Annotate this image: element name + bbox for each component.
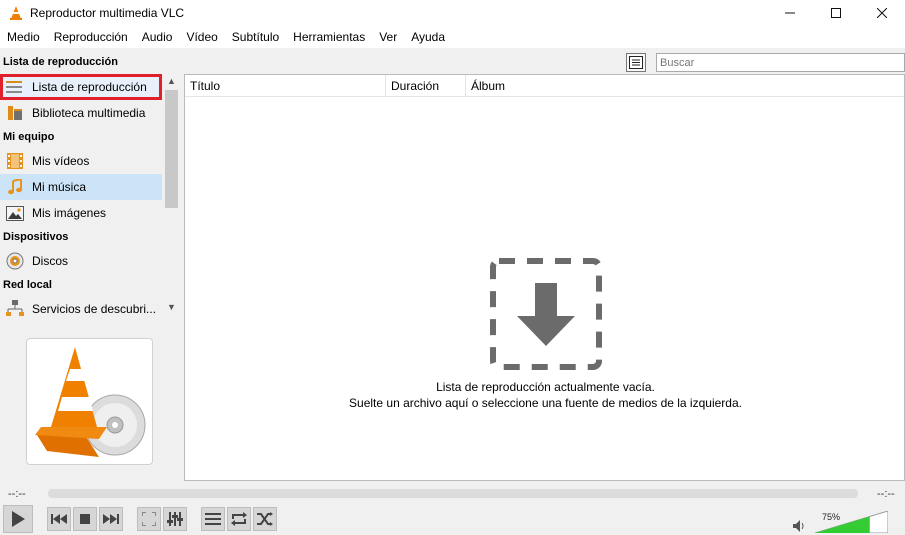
play-button[interactable] [3,505,33,533]
minimize-button[interactable] [767,0,813,26]
column-album[interactable]: Álbum [466,75,904,96]
sidebar-item-label: Mis vídeos [32,154,90,168]
maximize-icon [831,8,841,18]
sidebar-item-label: Mi música [32,180,87,194]
loop-icon [231,512,247,526]
sidebar-scrollbar[interactable]: ▲ ▼ [163,74,180,319]
volume-percent: 75% [822,512,841,522]
sidebar-item-discs[interactable]: Discos [0,248,162,274]
title-bar: Reproductor multimedia VLC [0,0,905,26]
menu-ayuda[interactable]: Ayuda [404,26,452,48]
window-title: Reproductor multimedia VLC [30,6,185,20]
playlist-icon [6,78,24,96]
shuffle-icon [257,512,273,526]
equalizer-icon [167,512,183,526]
previous-icon [51,514,67,524]
next-button[interactable] [99,507,123,531]
category-my-computer: Mi equipo [3,131,55,143]
random-button[interactable] [253,507,277,531]
extended-settings-button[interactable] [163,507,187,531]
empty-message-line-1: Lista de reproducción actualmente vacía. [436,380,655,394]
stop-icon [80,514,90,524]
drop-here-icon [490,258,602,370]
scroll-up-arrow-icon[interactable]: ▲ [163,74,180,88]
vlc-cone-with-disc-icon [35,347,146,457]
list-view-icon [629,56,643,69]
menu-bar: Medio Reproducción Audio Vídeo Subtítulo… [0,26,905,48]
seek-slider[interactable] [48,489,858,498]
time-elapsed: --:-- [8,488,26,500]
view-toggle-button[interactable] [626,53,646,72]
sidebar-item-label: Lista de reproducción [32,80,147,94]
sidebar-item-label: Mis imágenes [32,206,107,220]
sidebar-header: Lista de reproducción [3,56,118,68]
album-art [26,338,153,465]
search-input[interactable] [656,53,905,72]
category-network: Red local [3,279,52,291]
next-icon [103,514,119,524]
sidebar-item-my-videos[interactable]: Mis vídeos [0,148,162,174]
picture-icon [6,204,24,222]
film-icon [6,152,24,170]
sidebar-item-label: Biblioteca multimedia [32,106,146,120]
minimize-icon [785,12,795,14]
sidebar-item-playlist[interactable]: Lista de reproducción [0,74,162,100]
toggle-playlist-button[interactable] [201,507,225,531]
scroll-down-arrow-icon[interactable]: ▼ [163,300,180,314]
menu-herramientas[interactable]: Herramientas [286,26,372,48]
sidebar-item-my-music[interactable]: Mi música [0,174,162,200]
sidebar-item-media-library[interactable]: Biblioteca multimedia [0,100,162,126]
sidebar-item-my-pictures[interactable]: Mis imágenes [0,200,162,226]
playlist-panel[interactable]: Título Duración Álbum Lista de reproducc… [184,74,905,481]
column-duration[interactable]: Duración [386,75,466,96]
disc-icon [6,252,24,270]
sidebar-item-discovery-services[interactable]: Servicios de descubri... [0,296,162,322]
time-total: --:-- [877,488,895,500]
vlc-cone-icon [10,6,22,20]
stop-button[interactable] [73,507,97,531]
loop-button[interactable] [227,507,251,531]
playlist-header: Título Duración Álbum [185,75,904,97]
media-library-icon [6,104,24,122]
empty-message-line-2: Suelte un archivo aquí o seleccione una … [349,396,742,410]
menu-video[interactable]: Vídeo [179,26,224,48]
scrollbar-thumb[interactable] [165,90,178,208]
volume-speaker-icon[interactable] [793,520,805,532]
sidebar-item-label: Discos [32,254,69,268]
close-icon [877,8,887,18]
previous-button[interactable] [47,507,71,531]
menu-subtitulo[interactable]: Subtítulo [225,26,286,48]
menu-ver[interactable]: Ver [372,26,404,48]
play-icon [12,511,25,527]
empty-playlist-message: Lista de reproducción actualmente vacía.… [185,379,905,411]
fullscreen-icon [142,512,156,526]
column-title[interactable]: Título [185,75,386,96]
menu-audio[interactable]: Audio [135,26,180,48]
menu-reproduccion[interactable]: Reproducción [47,26,135,48]
sidebar-item-label: Servicios de descubri... [32,302,157,316]
close-button[interactable] [859,0,905,26]
fullscreen-button[interactable] [137,507,161,531]
playlist-toggle-icon [205,513,221,525]
maximize-button[interactable] [813,0,859,26]
sidebar: Lista de reproducción Biblioteca multime… [0,74,180,324]
network-icon [6,300,24,318]
category-devices: Dispositivos [3,231,69,243]
menu-medio[interactable]: Medio [0,26,47,48]
music-note-icon [6,178,24,196]
